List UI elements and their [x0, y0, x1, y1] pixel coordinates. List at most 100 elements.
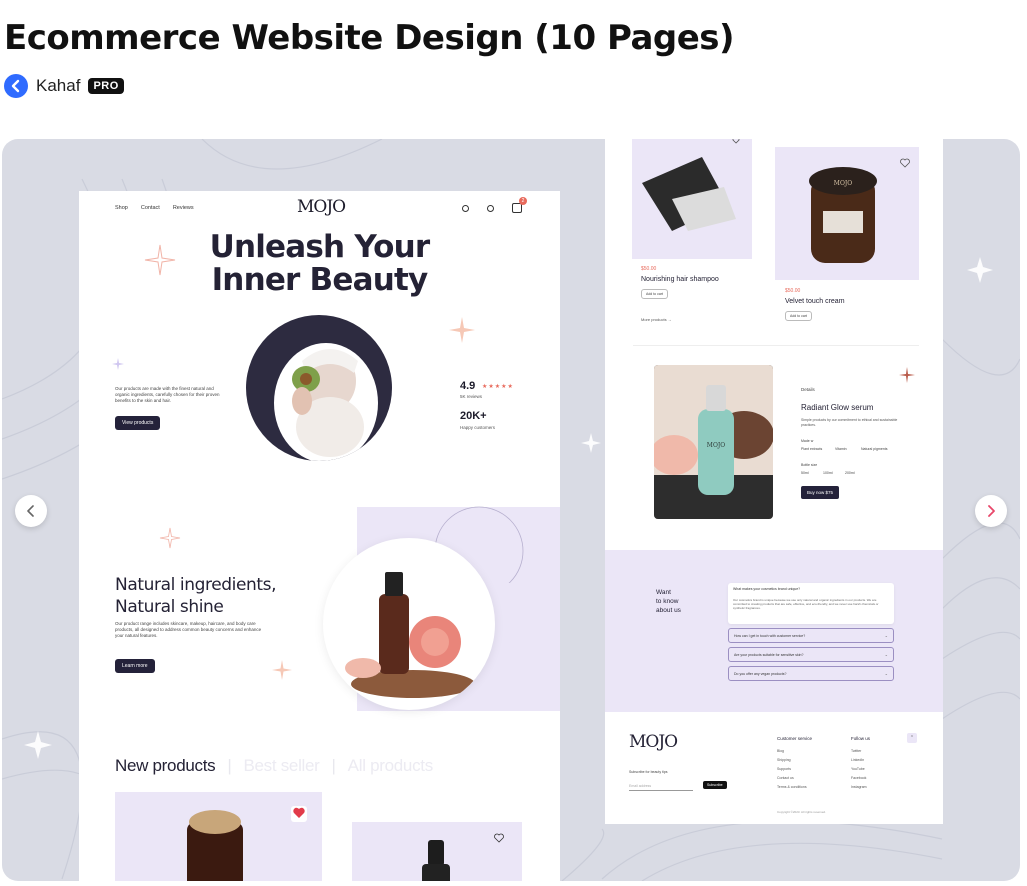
product-page-preview: $50.00 Nourishing hair shampoo Add to ca… — [605, 139, 943, 824]
product2-name: Velvet touch cream — [785, 298, 845, 305]
faq-item: How can I get in touch with customer ser… — [728, 628, 894, 643]
footer-link: Twitter — [851, 749, 862, 753]
footer-link: Blog — [777, 749, 785, 753]
homepage-preview: Shop Contact Reviews MOJO 2 Unleash Your… — [79, 191, 560, 881]
tab-new-products: New products — [115, 756, 216, 775]
made-with-label: Made w — [801, 439, 814, 443]
chevron-down-icon: ⌄ — [884, 633, 888, 638]
made-with-option: Vitamin — [835, 447, 847, 451]
dribbble-shot-page: Ecommerce Website Design (10 Pages) Kaha… — [0, 0, 1027, 886]
more-products-link: More products → — [641, 317, 672, 322]
footer-logo: MOJO — [629, 732, 678, 752]
pro-badge: PRO — [88, 78, 124, 94]
subscribe-label: Subscribe for beauty tips — [629, 770, 668, 774]
sparkle-icon — [449, 317, 475, 343]
nav-contact: Contact — [140, 205, 160, 211]
size-option: 200ml — [845, 471, 855, 475]
sparkle-icon — [899, 367, 915, 383]
preview-logo: MOJO — [297, 197, 346, 217]
sparkle-icon — [272, 660, 292, 680]
footer-link: Supports — [777, 767, 792, 771]
size-option: 50ml — [801, 471, 809, 475]
section-description: Our product range includes skincare, mak… — [115, 621, 262, 638]
shot-title: Ecommerce Website Design (10 Pages) — [4, 18, 735, 58]
faq-item: Are your products suitable for sensitive… — [728, 647, 894, 662]
sparkle-icon — [112, 358, 124, 370]
product-title: Radiant Glow serum — [801, 403, 874, 412]
hero-model-image — [246, 315, 392, 461]
faq-title: Want to know about us — [656, 588, 681, 615]
preview-nav: Shop Contact Reviews — [115, 205, 194, 211]
footer-link: YouTube — [851, 767, 865, 771]
product1-name: Nourishing hair shampoo — [641, 276, 719, 283]
product1-price: $50.00 — [641, 266, 657, 272]
product-card — [115, 792, 322, 881]
carousel-prev-button[interactable] — [15, 495, 47, 527]
faq-item: Do you offer any vegan products? ⌄ — [728, 666, 894, 681]
section-title-line2: Natural shine — [115, 597, 224, 617]
hero-description: Our products are made with the finest na… — [115, 386, 220, 403]
author-name[interactable]: Kahaf — [36, 76, 80, 96]
faq-question: What makes your cosmetics brand unique? — [733, 587, 801, 591]
section-title: Natural ingredients, Natural shine — [115, 574, 277, 618]
preview-nav-icons: 2 — [462, 197, 527, 213]
product-tabs: New products | Best seller | All product… — [115, 756, 433, 776]
footer-link: Instagram — [851, 785, 867, 789]
faq-title-line3: about us — [656, 607, 681, 614]
view-products-button: View products — [115, 416, 161, 430]
customers-caption: Happy customers — [460, 425, 496, 430]
nav-shop: Shop — [115, 205, 128, 211]
footer-col2-title: Follow us — [851, 736, 871, 741]
carousel-next-button[interactable] — [975, 495, 1007, 527]
bottle-size-label: Bottle size — [801, 463, 818, 467]
chevron-left-icon — [27, 505, 34, 517]
tab-best-seller: Best seller — [243, 756, 320, 775]
size-option: 100ml — [823, 471, 833, 475]
email-field: Email address — [629, 784, 693, 791]
copyright-text: Copyright ©2023. All rights reserved. — [777, 810, 826, 814]
user-icon — [487, 204, 494, 212]
radiant-serum-image: MOJO — [654, 365, 773, 519]
faq-question: Do you offer any vegan products? — [734, 672, 787, 676]
tab-separator: | — [227, 756, 232, 775]
customers-value: 20K+ — [460, 410, 487, 422]
buy-now-button: Buy now $75 — [801, 486, 840, 499]
chevron-down-icon: ⌄ — [884, 671, 888, 676]
shot-carousel: Shop Contact Reviews MOJO 2 Unleash Your… — [2, 139, 1020, 881]
details-label: Details — [801, 387, 815, 392]
cart-icon: 2 — [512, 197, 527, 213]
rating-stars-icon: ★★★★★ — [482, 384, 514, 390]
made-with-option: Natural pigments — [861, 447, 888, 451]
section-title-line1: Natural ingredients, — [115, 575, 277, 595]
svg-text:MOJO: MOJO — [707, 442, 725, 449]
product2-add-to-cart: Add to cart — [785, 311, 812, 321]
chevron-right-icon — [988, 505, 995, 517]
cream-image: MOJO — [775, 147, 919, 280]
sparkle-icon — [159, 527, 181, 549]
author-avatar[interactable] — [4, 74, 28, 98]
section-divider — [633, 345, 919, 346]
made-with-option: Plant extracts — [801, 447, 823, 451]
rating-value: 4.9 — [460, 380, 476, 392]
svg-text:MOJO: MOJO — [834, 180, 852, 187]
faq-question: Are your products suitable for sensitive… — [734, 653, 804, 657]
rating-caption: 5K reviews — [460, 394, 483, 399]
sparkle-icon — [144, 244, 176, 276]
nav-reviews: Reviews — [172, 205, 194, 211]
faq-title-line1: Want — [656, 589, 671, 596]
back-to-top-icon: ⌃ — [907, 733, 917, 743]
faq-question: How can I get in touch with customer ser… — [734, 634, 806, 638]
tab-separator: | — [331, 756, 336, 775]
product-card — [352, 822, 522, 881]
faq-answer: Our cosmetics brand is unique because we… — [733, 598, 879, 610]
subscribe-button: Subscribe — [703, 781, 727, 789]
footer-link: Facebook — [851, 776, 867, 780]
cart-count-badge: 2 — [519, 197, 527, 205]
faq-open-item: What makes your cosmetics brand unique? … — [728, 583, 894, 624]
product1-add-to-cart: Add to cart — [641, 289, 668, 299]
author-row[interactable]: Kahaf PRO — [4, 74, 124, 98]
tab-all-products: All products — [347, 756, 434, 775]
chevron-down-icon: ⌄ — [884, 652, 888, 657]
product2-price: $50.00 — [785, 288, 801, 294]
faq-title-line2: to know — [656, 598, 679, 605]
